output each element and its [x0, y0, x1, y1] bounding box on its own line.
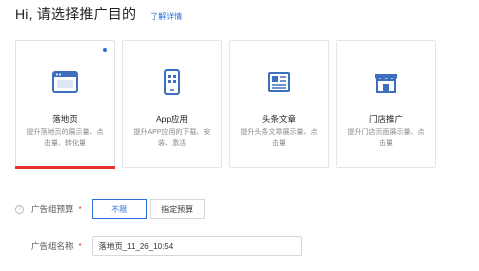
- purpose-card-store[interactable]: 门店推广 提升门店页面展示量、点击量: [336, 40, 436, 168]
- card-title: 门店推广: [368, 114, 403, 124]
- budget-label: 广告组预算: [31, 204, 74, 214]
- purpose-card-article[interactable]: 头条文章 提升头条文章展示量、点击量: [229, 40, 329, 168]
- required-marker: *: [78, 204, 82, 214]
- card-description: 提升落地页的展示量、点击量、转化量: [26, 129, 104, 147]
- card-description: 提升APP应用的下载、安装、激活: [133, 129, 211, 147]
- purpose-card-landing-page[interactable]: 落地页 提升落地页的展示量、点击量、转化量: [15, 40, 115, 168]
- card-title: 落地页: [52, 114, 78, 124]
- budget-row: ? 广告组预算 * 不限 指定预算: [15, 199, 205, 219]
- card-description: 提升门店页面展示量、点击量: [347, 129, 425, 147]
- selected-card-underline: [15, 166, 115, 169]
- required-marker: *: [78, 241, 82, 251]
- card-title: App应用: [155, 114, 189, 124]
- landing-page-icon: [52, 71, 78, 93]
- purpose-card-app[interactable]: App应用 提升APP应用的下载、安装、激活: [122, 40, 222, 168]
- card-description: 提升头条文章展示量、点击量: [240, 129, 318, 147]
- group-name-input[interactable]: 落地页_11_26_10:54: [91, 236, 302, 256]
- mobile-app-icon: [164, 69, 180, 95]
- help-icon[interactable]: ?: [15, 204, 24, 214]
- page-title: Hi, 请选择推广目的: [15, 6, 137, 22]
- article-icon: [268, 72, 290, 92]
- learn-more-link[interactable]: 了解详情: [150, 11, 182, 22]
- group-name-label: 广告组名称: [31, 241, 74, 251]
- page-header: Hi, 请选择推广目的 了解详情: [15, 4, 182, 24]
- selected-indicator-dot: [103, 48, 107, 52]
- card-title: 头条文章: [261, 114, 296, 124]
- group-name-row: 广告组名称 * 落地页_11_26_10:54: [31, 236, 302, 256]
- budget-unlimited-button[interactable]: 不限: [91, 199, 147, 219]
- store-icon: [375, 74, 397, 93]
- budget-specified-button[interactable]: 指定预算: [149, 199, 205, 219]
